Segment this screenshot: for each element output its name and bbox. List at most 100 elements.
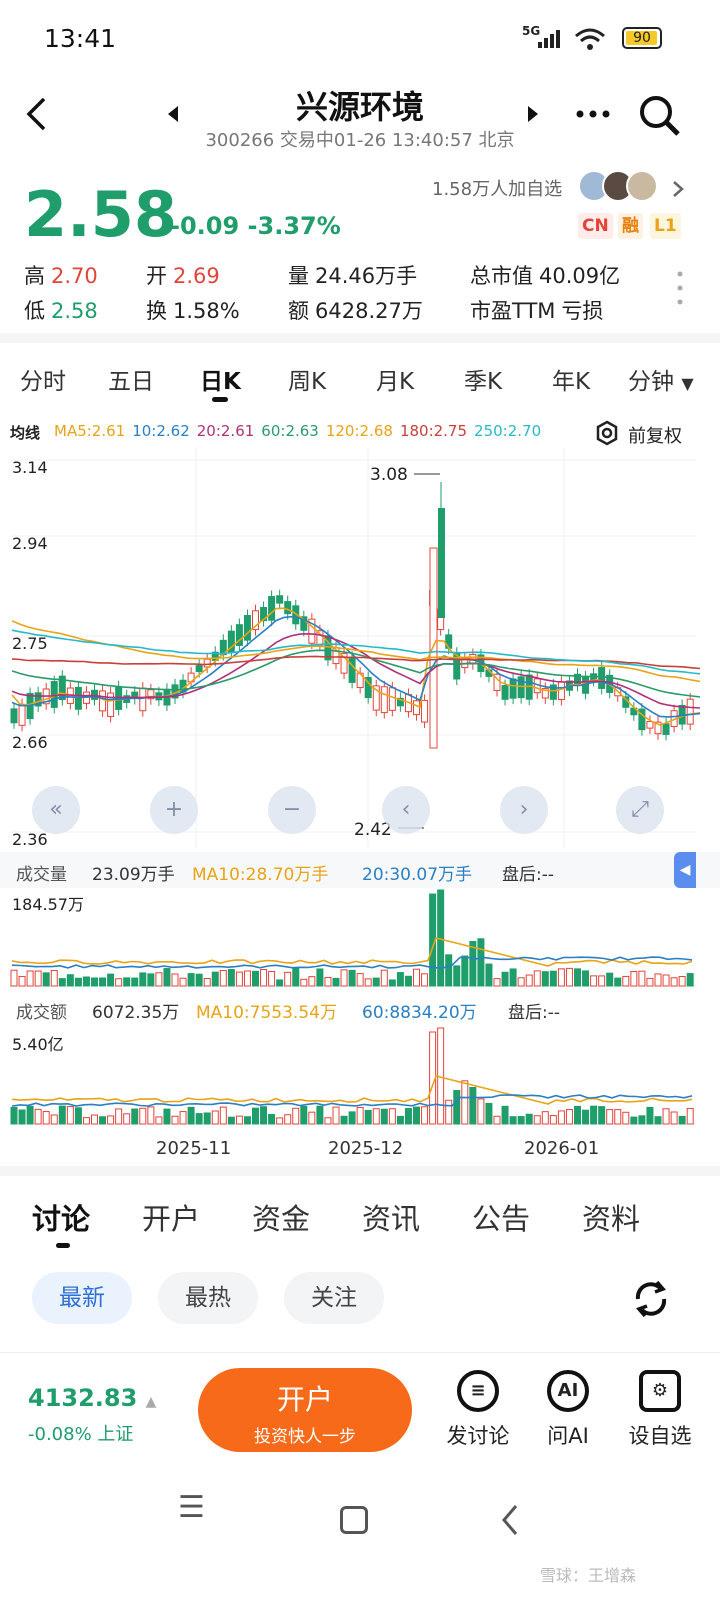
chip-latest[interactable]: 最新: [32, 1272, 132, 1324]
volume-bar: [179, 1111, 187, 1125]
avatar: [626, 170, 658, 202]
tab-monthly-k[interactable]: 月K: [376, 362, 414, 396]
add-watchlist-button[interactable]: ⚙ 设自选: [620, 1370, 700, 1450]
tab-announcements[interactable]: 公告: [472, 1196, 530, 1238]
volume-bar: [163, 1108, 171, 1125]
volume-bar: [131, 977, 139, 987]
expand-dots-icon[interactable]: [676, 270, 684, 306]
volume-bar: [10, 969, 18, 987]
open-account-button[interactable]: 开户 投资快人一步: [198, 1368, 412, 1452]
tab-profile[interactable]: 资料: [582, 1196, 640, 1238]
tab-5day[interactable]: 五日: [108, 362, 154, 396]
volume-bar: [421, 1106, 429, 1125]
tab-yearly-k[interactable]: 年K: [552, 362, 590, 396]
index-change: -0.08% 上证: [28, 1424, 134, 1445]
stat-low: 低 2.58: [24, 299, 98, 323]
tab-news[interactable]: 资讯: [362, 1196, 420, 1238]
volume-bar: [42, 972, 50, 987]
post-discussion-button[interactable]: ≡ 发讨论: [438, 1370, 518, 1450]
volume-bar: [260, 969, 268, 987]
chip-hot[interactable]: 最热: [158, 1272, 258, 1324]
kline-chart[interactable]: [0, 448, 720, 848]
volume-bar: [219, 1106, 227, 1125]
candle: [509, 678, 517, 699]
status-time: 13:41: [44, 24, 117, 53]
next-stock-icon[interactable]: [528, 106, 540, 122]
collapse-panel-button[interactable]: ◀: [674, 852, 696, 888]
volume-bar: [445, 954, 453, 987]
ask-ai-button[interactable]: AI 问AI: [528, 1370, 608, 1450]
tab-funds[interactable]: 资金: [252, 1196, 310, 1238]
ma-legend-item: 10:2.62: [132, 422, 190, 440]
chip-following[interactable]: 关注: [284, 1272, 384, 1324]
volume-bar: [646, 977, 654, 987]
tab-weekly-k[interactable]: 周K: [288, 362, 326, 396]
volume-ma-line: [11, 1075, 693, 1105]
volume-bar: [26, 1105, 34, 1125]
amount-after-hours: 盘后:--: [508, 1003, 560, 1023]
volume-label: 成交量: [16, 865, 67, 885]
stat-pe: 市盈TTM 亏损: [470, 299, 604, 323]
volume-bar: [461, 955, 469, 987]
watchlist-icon: ⚙: [639, 1370, 681, 1412]
volume-bar: [678, 1115, 686, 1125]
tab-quarterly-k[interactable]: 季K: [464, 362, 502, 396]
volume-bar: [662, 1108, 670, 1125]
volume-bar: [211, 1110, 219, 1125]
settings-icon[interactable]: [594, 420, 620, 446]
scroll-left-button[interactable]: «: [32, 786, 80, 834]
volume-bar: [525, 974, 533, 987]
fq-toggle[interactable]: 前复权: [628, 422, 682, 448]
battery-icon: 90: [622, 27, 662, 49]
volume-bar: [413, 1106, 420, 1125]
divider: [0, 333, 720, 343]
volume-bar: [316, 1105, 324, 1125]
candle: [18, 704, 26, 726]
more-icon[interactable]: [576, 110, 610, 118]
fullscreen-button[interactable]: ⤢: [616, 786, 664, 834]
tab-open-account[interactable]: 开户: [142, 1196, 200, 1238]
back-nav-icon[interactable]: [500, 1504, 520, 1536]
tab-intraday[interactable]: 分时: [20, 362, 66, 396]
candle: [646, 721, 654, 729]
amount-value: 6072.35万: [92, 1003, 180, 1023]
volume-bar: [99, 1116, 107, 1125]
zoom-out-button[interactable]: −: [268, 786, 316, 834]
volume-ma20: 20:30.07万手: [362, 865, 473, 885]
volume-bar: [139, 972, 147, 987]
volume-ma10: MA10:28.70万手: [192, 865, 329, 885]
volume-bar: [139, 1107, 147, 1125]
volume-bar: [227, 969, 235, 987]
volume-bar: [630, 970, 638, 987]
tab-discuss[interactable]: 讨论: [32, 1196, 90, 1238]
ma-label: 均线: [10, 424, 41, 442]
follower-avatars[interactable]: [578, 170, 664, 202]
amount-label: 成交额: [16, 1003, 67, 1023]
volume-bar: [485, 963, 493, 987]
price-change: -0.09 -3.37%: [170, 212, 341, 240]
step-right-button[interactable]: ›: [500, 786, 548, 834]
step-left-button[interactable]: ‹: [382, 786, 430, 834]
home-button[interactable]: [340, 1506, 368, 1534]
volume-bar: [260, 1106, 268, 1125]
volume-bar: [380, 969, 388, 987]
volume-ma-line: [11, 1094, 693, 1107]
volume-bar: [509, 1116, 517, 1125]
recent-apps-button[interactable]: ☰: [178, 1490, 205, 1525]
volume-bar: [284, 1114, 292, 1125]
candle: [380, 686, 388, 714]
chevron-right-icon[interactable]: [672, 180, 684, 198]
volume-bar: [332, 1106, 340, 1125]
volume-bar: [501, 1105, 509, 1125]
volume-bar: [268, 1113, 276, 1125]
watch-count[interactable]: 1.58万人加自选: [432, 175, 562, 201]
refresh-icon[interactable]: [630, 1278, 672, 1320]
volume-bar: [485, 1102, 493, 1125]
candle: [445, 634, 453, 649]
zoom-in-button[interactable]: +: [150, 786, 198, 834]
candle: [139, 687, 147, 712]
volume-bar: [187, 1106, 195, 1125]
volume-after-hours: 盘后:--: [502, 865, 554, 885]
tab-daily-k[interactable]: 日K: [200, 362, 241, 396]
tab-minute[interactable]: 分钟 ▼: [628, 362, 694, 396]
